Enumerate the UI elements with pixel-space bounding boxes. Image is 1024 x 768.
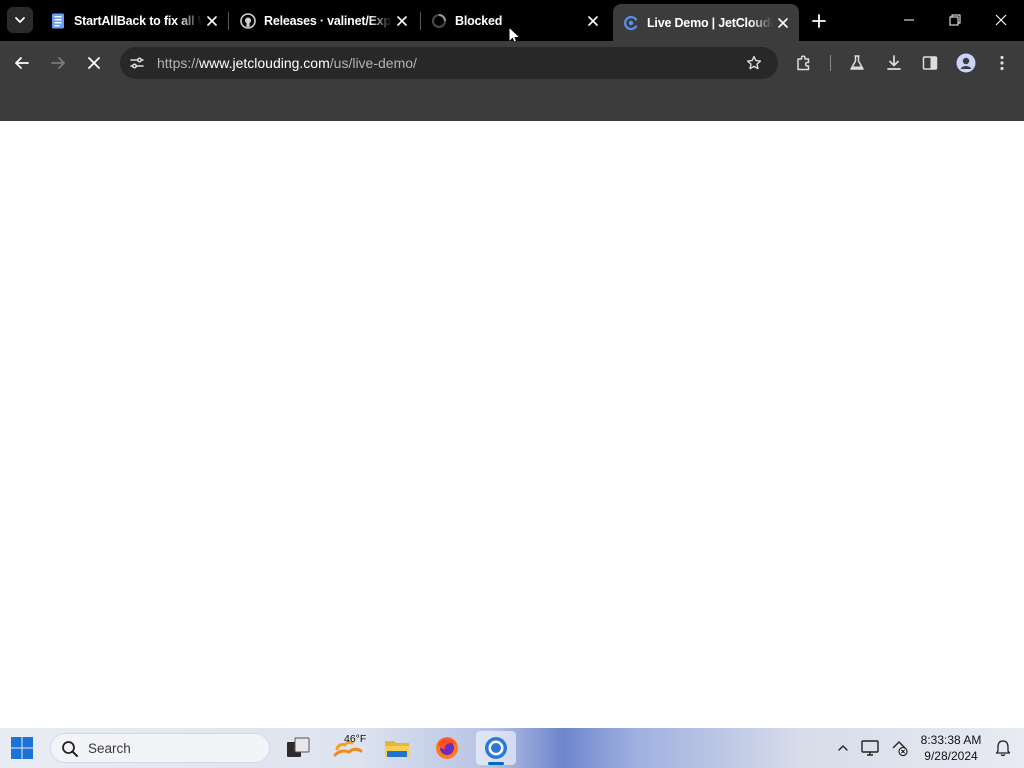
puzzle-icon — [797, 55, 810, 71]
bookmarks-bar — [0, 85, 1024, 121]
close-window-button[interactable] — [978, 0, 1024, 40]
minimize-icon — [904, 19, 914, 21]
labs-button[interactable] — [843, 49, 871, 77]
bookmark-star-icon[interactable] — [744, 53, 764, 73]
chevron-up-icon — [838, 745, 848, 751]
clock-date: 9/28/2024 — [924, 749, 978, 763]
windows-logo-icon — [11, 737, 33, 759]
taskbar-search-box[interactable]: Search — [50, 733, 270, 763]
folder-icon — [385, 741, 409, 757]
close-tab-icon[interactable] — [583, 11, 603, 31]
network-tray-button[interactable] — [888, 736, 912, 760]
downloads-button[interactable] — [880, 49, 908, 77]
tab-startallback[interactable]: StartAllBack to fix all Windows — [40, 4, 228, 37]
extensions-button[interactable] — [790, 49, 818, 77]
monitor-icon — [861, 740, 879, 756]
clock-time: 8:33:38 AM — [920, 733, 982, 747]
notifications-button[interactable] — [991, 736, 1015, 760]
tab-strip: StartAllBack to fix all Windows Releases… — [0, 0, 1024, 46]
flask-icon — [850, 55, 864, 70]
jetclouding-icon — [623, 15, 639, 31]
document-icon — [50, 13, 66, 29]
display-tray-button[interactable] — [858, 736, 882, 760]
arrow-left-icon — [15, 57, 29, 69]
task-view-icon — [287, 737, 310, 757]
close-icon — [995, 14, 1007, 26]
tab-title: Releases · valinet/ExplorerPatcher — [264, 13, 392, 28]
close-tab-icon[interactable] — [773, 13, 793, 33]
plus-icon — [812, 14, 826, 28]
url-scheme: https:// — [157, 55, 200, 71]
avatar-icon — [956, 53, 976, 73]
bell-icon — [995, 740, 1011, 757]
firefox-button[interactable] — [427, 731, 467, 765]
arrow-right-icon — [51, 57, 65, 69]
tab-search-button[interactable] — [7, 7, 33, 33]
toolbar-separator — [830, 55, 831, 71]
windows-taskbar: Search 8:33:38 AM 9/28/2024 — [0, 728, 1024, 768]
tab-separator — [228, 12, 229, 30]
tab-title: StartAllBack to fix all Windows — [74, 13, 202, 28]
system-clock[interactable]: 8:33:38 AM 9/28/2024 — [914, 732, 988, 764]
site-settings-icon[interactable] — [128, 54, 146, 72]
forward-button[interactable] — [44, 49, 72, 77]
search-icon — [62, 741, 78, 757]
search-placeholder: Search — [88, 741, 131, 756]
stop-loading-button[interactable] — [80, 49, 108, 77]
desktop-screen: StartAllBack to fix all Windows Releases… — [0, 0, 1024, 768]
restore-icon — [949, 14, 961, 26]
chrome-button[interactable] — [476, 731, 516, 765]
url-text[interactable]: https://www.jetclouding.com/us/live-demo… — [157, 55, 417, 71]
address-bar[interactable]: https://www.jetclouding.com/us/live-demo… — [120, 47, 778, 79]
show-hidden-icons-button[interactable] — [831, 736, 855, 760]
profile-button[interactable] — [952, 49, 980, 77]
url-path: /us/live-demo/ — [329, 55, 417, 71]
file-explorer-button[interactable] — [377, 731, 417, 765]
network-disconnected-icon — [892, 741, 908, 757]
tab-title: Live Demo | JetClouding — [647, 15, 773, 30]
minimize-button[interactable] — [886, 0, 932, 40]
new-tab-button[interactable] — [808, 10, 830, 32]
back-button[interactable] — [8, 49, 36, 77]
close-tab-icon[interactable] — [392, 11, 412, 31]
page-content — [0, 121, 1024, 728]
kebab-menu-icon — [1000, 55, 1004, 71]
chevron-down-icon — [15, 17, 25, 23]
active-app-indicator — [488, 762, 504, 765]
weather-temperature: 46°F — [344, 733, 367, 745]
browser-toolbar: https://www.jetclouding.com/us/live-demo… — [0, 41, 1024, 85]
restore-button[interactable] — [932, 0, 978, 40]
tab-live-demo[interactable]: Live Demo | JetClouding — [613, 4, 799, 41]
side-panel-icon — [922, 56, 938, 70]
task-view-button[interactable] — [278, 731, 318, 765]
firefox-icon — [436, 737, 458, 759]
chrome-icon — [485, 737, 507, 759]
tab-releases[interactable]: Releases · valinet/ExplorerPatcher — [230, 4, 418, 37]
url-host: www.jetclouding.com — [199, 55, 330, 71]
side-panel-button[interactable] — [916, 49, 944, 77]
loading-icon — [431, 13, 447, 29]
menu-button[interactable] — [988, 49, 1016, 77]
github-icon — [240, 12, 256, 29]
close-tab-icon[interactable] — [202, 11, 222, 31]
download-icon — [887, 55, 901, 70]
close-icon — [88, 57, 100, 69]
start-button[interactable] — [9, 736, 35, 760]
